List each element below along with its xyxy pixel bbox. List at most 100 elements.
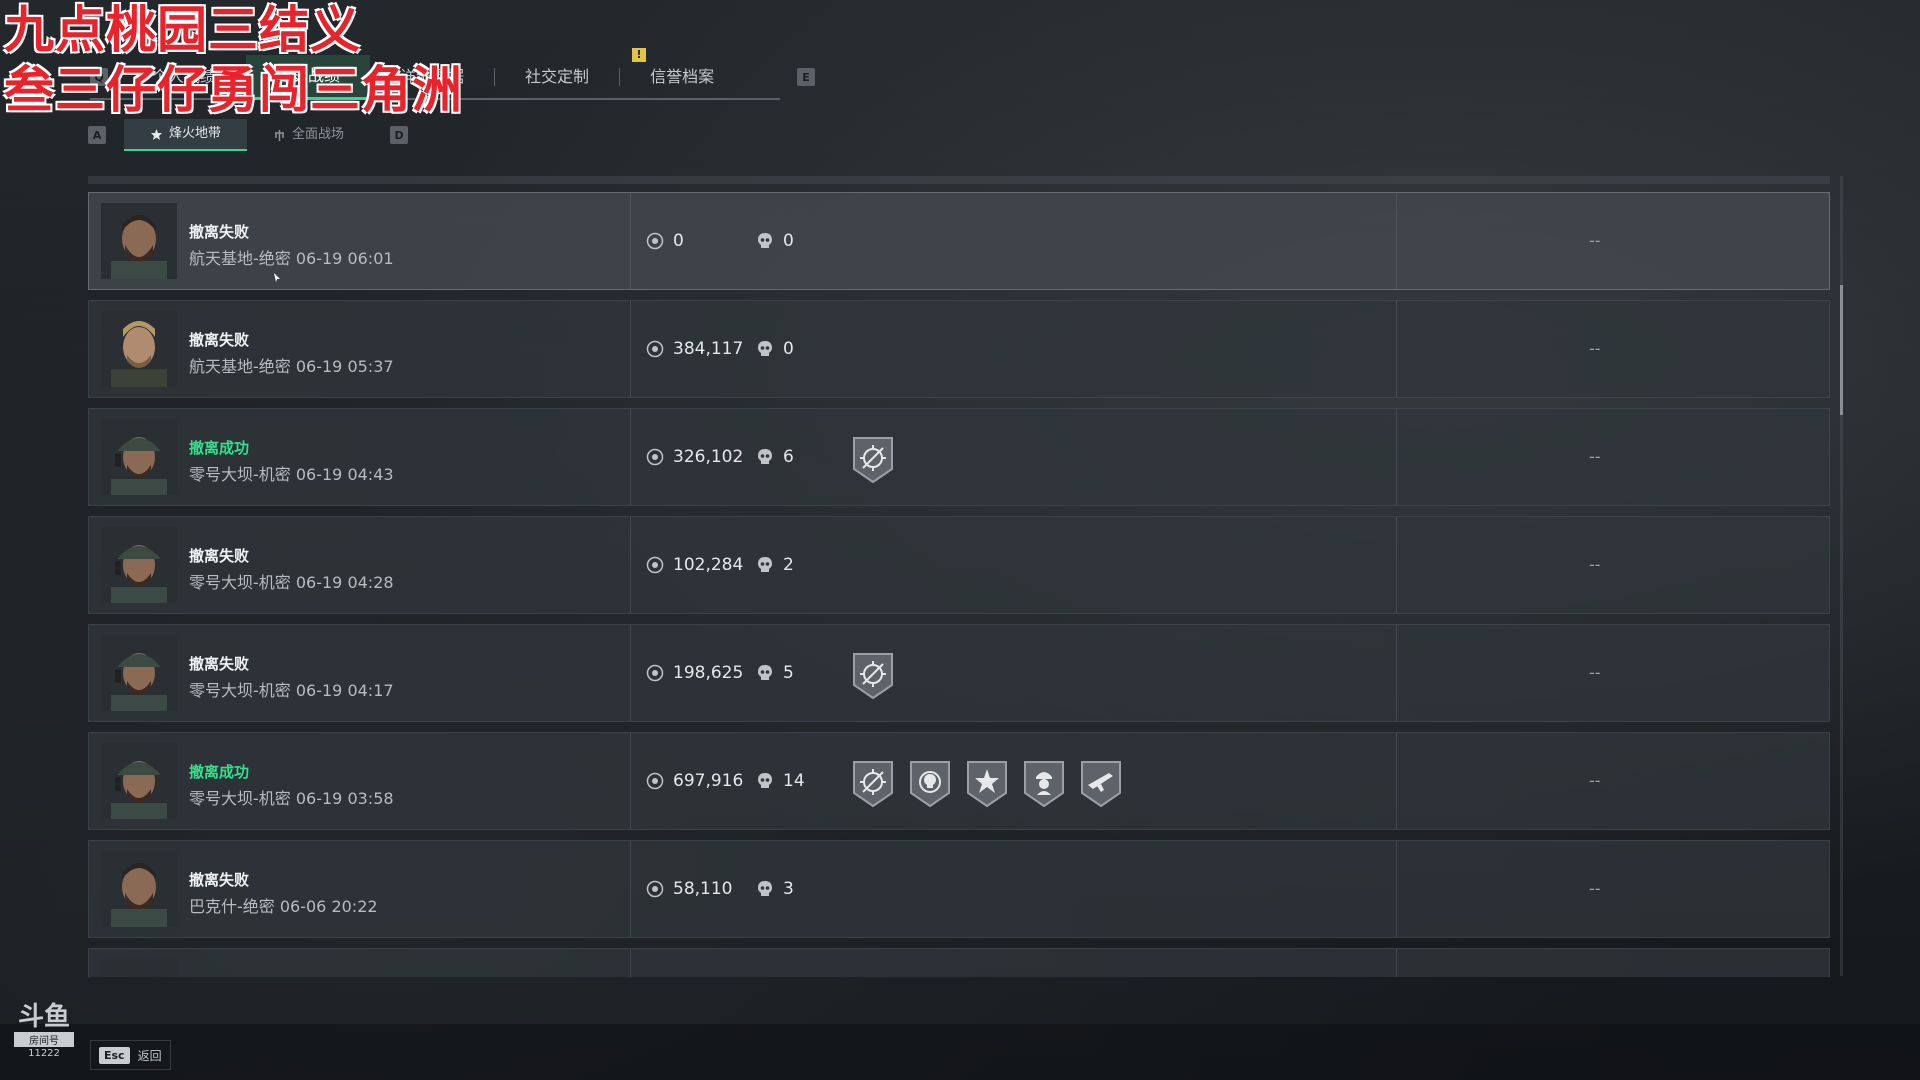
subtab-label: 全面战场 <box>292 127 345 142</box>
column-divider <box>1396 517 1397 613</box>
skull-kills-icon <box>758 665 772 680</box>
column-divider <box>1396 301 1397 397</box>
list-header-strip <box>88 176 1830 184</box>
tab-social-custom[interactable]: 社交定制 <box>495 56 619 98</box>
extraction-status: 撤离成功 <box>189 439 250 457</box>
match-history-list: 撤离失败 航天基地-绝密 06-19 06:01 0 0 -- 撤离失败 航天基… <box>88 192 1830 977</box>
column-divider <box>1396 733 1397 829</box>
match-row[interactable]: 撤离成功 零号大坝-机密 06-19 03:58 697,916 14 -- <box>88 732 1830 830</box>
match-row-partial[interactable] <box>88 948 1830 977</box>
column-divider <box>630 517 631 613</box>
sub-tab-bar: A 烽火地带 全面战场 D <box>88 119 409 151</box>
match-row[interactable]: 撤离成功 零号大坝-机密 06-19 04:43 326,102 6 -- <box>88 408 1830 506</box>
map-and-time: 零号大坝-机密 06-19 04:17 <box>189 681 394 700</box>
key-hint-d: D <box>390 126 409 144</box>
operator-avatar <box>101 635 177 711</box>
map-and-time: 航天基地-绝密 06-19 06:01 <box>189 249 394 268</box>
douyu-logo: 斗鱼 <box>17 1002 70 1032</box>
match-row[interactable]: 撤离失败 航天基地-绝密 06-19 05:37 384,117 0 -- <box>88 300 1830 398</box>
extraction-status: 撤离失败 <box>189 223 250 241</box>
coin-value-icon <box>646 880 664 898</box>
extra-value: -- <box>1589 555 1601 574</box>
kill-count: 6 <box>783 447 794 467</box>
column-divider <box>630 625 631 721</box>
subtab-flame-zone[interactable]: 烽火地带 <box>124 119 248 151</box>
kill-count: 14 <box>783 771 805 791</box>
esc-key-hint: Esc <box>99 1046 130 1064</box>
kill-count: 0 <box>783 339 794 359</box>
tab-reputation-file[interactable]: 信誉档案 <box>620 56 744 98</box>
caption-line-1: 九点桃园三结义 <box>4 1 361 59</box>
crosshair-medal-icon[interactable] <box>851 435 895 485</box>
kill-count: 5 <box>783 663 794 683</box>
column-divider <box>1396 841 1397 937</box>
kill-count: 2 <box>783 555 794 575</box>
extra-value: -- <box>1589 339 1601 358</box>
room-label: 房间号 <box>14 1032 74 1047</box>
loot-value: 697,916 <box>673 771 744 791</box>
column-divider <box>630 193 631 289</box>
column-divider <box>1396 625 1397 721</box>
skull-kills-icon <box>758 557 772 572</box>
coin-value-icon <box>646 772 664 790</box>
caption-line-2: 叁三仔仔勇闯三角洲 <box>4 61 463 119</box>
medal-list <box>851 759 1123 809</box>
key-hint-e: E <box>797 68 815 86</box>
rifle-medal-icon[interactable] <box>1079 759 1123 809</box>
back-button[interactable]: Esc 返回 <box>90 1040 171 1070</box>
column-divider <box>1396 949 1397 977</box>
map-and-time: 巴克什-绝密 06-06 20:22 <box>189 897 378 916</box>
flame-zone-icon <box>151 128 162 140</box>
extra-value: -- <box>1589 663 1601 682</box>
key-hint-a: A <box>88 126 106 144</box>
mouse-cursor-icon <box>274 273 280 282</box>
operator-avatar <box>101 959 177 977</box>
extraction-status: 撤离失败 <box>189 331 250 349</box>
footer-bar <box>0 1024 1920 1080</box>
match-row[interactable]: 撤离失败 航天基地-绝密 06-19 06:01 0 0 -- <box>88 192 1830 290</box>
room-id: 11222 <box>28 1048 60 1059</box>
back-label: 返回 <box>137 1048 162 1063</box>
crosshair-medal-icon[interactable] <box>851 759 895 809</box>
operator-avatar <box>101 851 177 927</box>
extra-value: -- <box>1589 447 1601 466</box>
skull-target-medal-icon[interactable] <box>908 759 952 809</box>
star-burst-medal-icon[interactable] <box>965 759 1009 809</box>
game-screen: 九点桃园三结义 叁三仔仔勇闯三角洲 Q 个人战绩 历史战绩 详细数据 社交定制 … <box>0 0 1920 1080</box>
map-and-time: 零号大坝-机密 06-19 04:28 <box>189 573 394 592</box>
stream-watermark: 斗鱼 房间号 11222 <box>14 1002 74 1059</box>
soldier-medal-icon[interactable] <box>1022 759 1066 809</box>
loot-value: 0 <box>673 231 684 251</box>
extra-value: -- <box>1589 879 1601 898</box>
column-divider <box>1396 409 1397 505</box>
extra-value: -- <box>1589 771 1601 790</box>
column-divider <box>630 949 631 977</box>
coin-value-icon <box>646 448 664 466</box>
subtab-battlefield[interactable]: 全面战场 <box>247 120 370 150</box>
column-divider <box>1396 193 1397 289</box>
operator-avatar <box>101 527 177 603</box>
column-divider <box>630 409 631 505</box>
column-divider <box>630 301 631 397</box>
crosshair-medal-icon[interactable] <box>851 651 895 701</box>
column-divider <box>630 841 631 937</box>
skull-kills-icon <box>758 773 772 788</box>
map-and-time: 零号大坝-机密 06-19 03:58 <box>189 789 394 808</box>
extra-value: -- <box>1589 231 1601 250</box>
coin-value-icon <box>646 556 664 574</box>
subtab-label: 烽火地带 <box>169 126 222 141</box>
match-row[interactable]: 撤离失败 零号大坝-机密 06-19 04:17 198,625 5 -- <box>88 624 1830 722</box>
scrollbar-thumb[interactable] <box>1840 285 1843 415</box>
match-row[interactable]: 撤离失败 零号大坝-机密 06-19 04:28 102,284 2 -- <box>88 516 1830 614</box>
skull-kills-icon <box>758 233 772 248</box>
loot-value: 384,117 <box>673 339 744 359</box>
kill-count: 0 <box>783 231 794 251</box>
match-row[interactable]: 撤离失败 巴克什-绝密 06-06 20:22 58,110 3 -- <box>88 840 1830 938</box>
skull-kills-icon <box>758 881 772 896</box>
coin-value-icon <box>646 232 664 250</box>
loot-value: 198,625 <box>673 663 744 683</box>
map-and-time: 航天基地-绝密 06-19 05:37 <box>189 357 394 376</box>
coin-value-icon <box>646 340 664 358</box>
battlefield-icon <box>275 129 285 141</box>
extraction-status: 撤离失败 <box>189 871 250 889</box>
